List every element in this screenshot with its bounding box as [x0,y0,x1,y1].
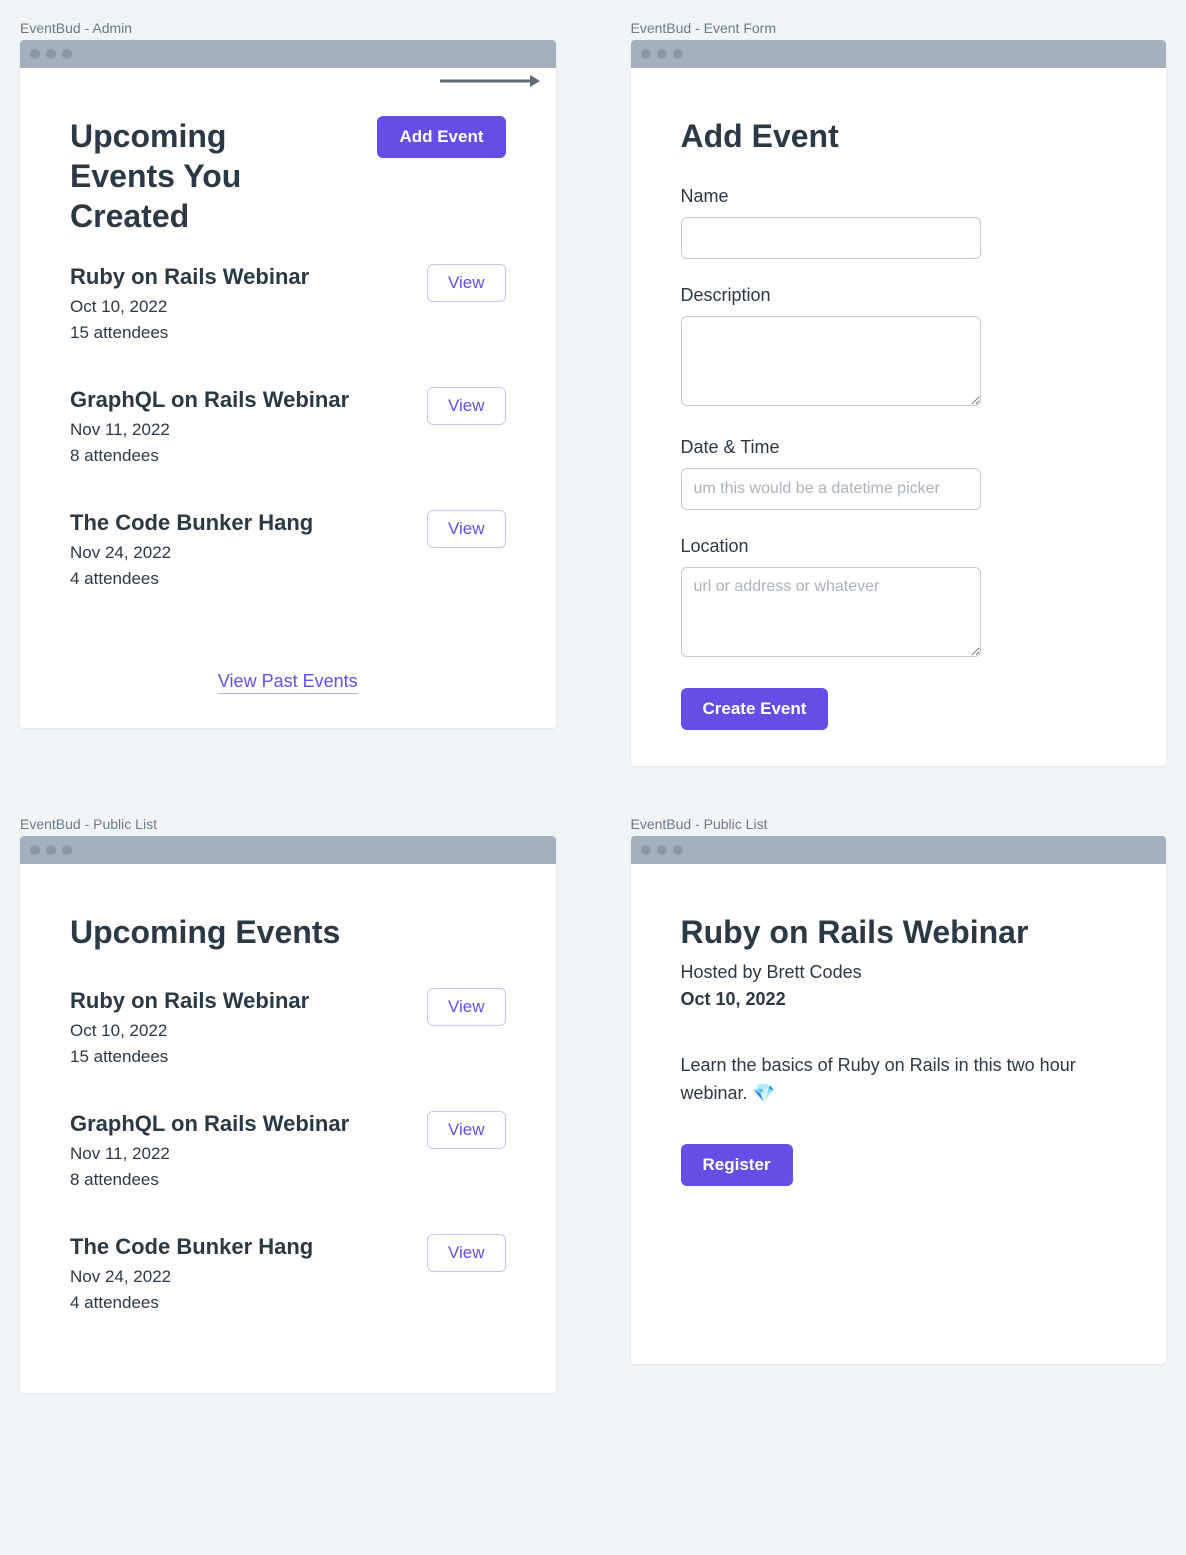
name-input[interactable] [681,217,981,259]
create-event-button[interactable]: Create Event [681,688,829,730]
description-input[interactable] [681,316,981,406]
event-date: Oct 10, 2022 [681,989,1117,1010]
event-title: Ruby on Rails Webinar [70,988,309,1014]
window-label: EventBud - Event Form [631,20,1167,36]
event-date: Oct 10, 2022 [70,294,309,320]
titlebar [631,40,1167,68]
event-date: Oct 10, 2022 [70,1018,309,1044]
event-date: Nov 24, 2022 [70,540,313,566]
event-date: Nov 24, 2022 [70,1264,313,1290]
window-dot [641,49,651,59]
datetime-label: Date & Time [681,437,1117,458]
event-attendees: 8 attendees [70,1167,349,1193]
event-row: GraphQL on Rails Webinar Nov 11, 2022 8 … [70,387,506,468]
view-past-events-link[interactable]: View Past Events [218,671,358,694]
register-button[interactable]: Register [681,1144,793,1186]
description-label: Description [681,285,1117,306]
page-title: Upcoming Events You Created [70,116,330,236]
window-dot [657,49,667,59]
event-attendees: 8 attendees [70,443,349,469]
view-event-button[interactable]: View [427,1111,506,1149]
event-attendees: 4 attendees [70,566,313,592]
window-dot [641,845,651,855]
window-label: EventBud - Admin [20,20,556,36]
event-host: Hosted by Brett Codes [681,962,1117,983]
add-event-button[interactable]: Add Event [377,116,505,158]
event-title: Ruby on Rails Webinar [70,264,309,290]
event-date: Nov 11, 2022 [70,417,349,443]
window-dot [62,49,72,59]
titlebar [20,836,556,864]
window-dot [46,49,56,59]
window-dot [657,845,667,855]
event-form-window: Add Event Name Description Date & Time L… [631,40,1167,766]
window-dot [30,49,40,59]
event-row: Ruby on Rails Webinar Oct 10, 2022 15 at… [70,988,506,1069]
event-detail-window: Ruby on Rails Webinar Hosted by Brett Co… [631,836,1167,1364]
event-title: The Code Bunker Hang [70,510,313,536]
window-dot [62,845,72,855]
event-description: Learn the basics of Ruby on Rails in thi… [681,1052,1117,1108]
view-event-button[interactable]: View [427,1234,506,1272]
window-label: EventBud - Public List [20,816,556,832]
window-dot [673,49,683,59]
window-dot [30,845,40,855]
datetime-input[interactable] [681,468,981,510]
view-event-button[interactable]: View [427,510,506,548]
event-attendees: 4 attendees [70,1290,313,1316]
event-attendees: 15 attendees [70,1044,309,1070]
view-event-button[interactable]: View [427,387,506,425]
window-dot [673,845,683,855]
event-row: GraphQL on Rails Webinar Nov 11, 2022 8 … [70,1111,506,1192]
view-event-button[interactable]: View [427,264,506,302]
window-label: EventBud - Public List [631,816,1167,832]
event-detail-title: Ruby on Rails Webinar [681,912,1117,952]
event-title: GraphQL on Rails Webinar [70,1111,349,1137]
titlebar [20,40,556,68]
event-row: The Code Bunker Hang Nov 24, 2022 4 atte… [70,1234,506,1315]
window-dot [46,845,56,855]
page-title: Add Event [681,116,1117,156]
event-row: The Code Bunker Hang Nov 24, 2022 4 atte… [70,510,506,591]
event-title: GraphQL on Rails Webinar [70,387,349,413]
location-label: Location [681,536,1117,557]
location-input[interactable] [681,567,981,657]
titlebar [631,836,1167,864]
admin-window: Upcoming Events You Created Add Event Ru… [20,40,556,728]
event-title: The Code Bunker Hang [70,1234,313,1260]
event-row: Ruby on Rails Webinar Oct 10, 2022 15 at… [70,264,506,345]
view-event-button[interactable]: View [427,988,506,1026]
event-attendees: 15 attendees [70,320,309,346]
event-date: Nov 11, 2022 [70,1141,349,1167]
name-label: Name [681,186,1117,207]
public-list-window: Upcoming Events Ruby on Rails Webinar Oc… [20,836,556,1393]
page-title: Upcoming Events [70,912,506,952]
